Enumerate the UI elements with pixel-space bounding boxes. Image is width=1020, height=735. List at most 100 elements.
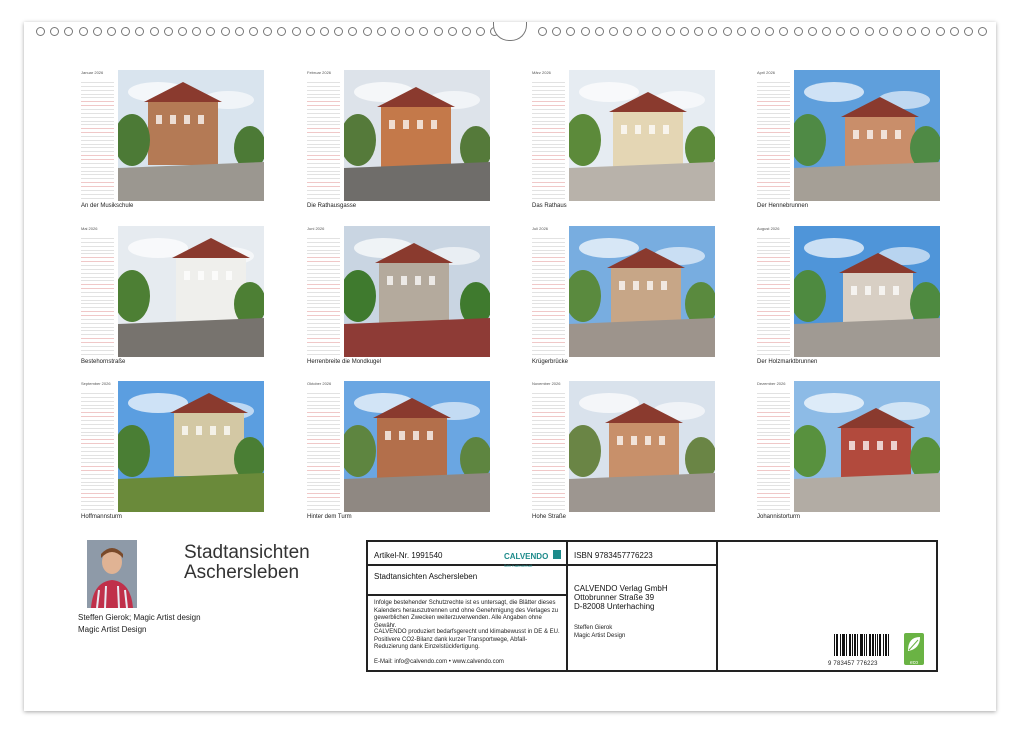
day-line <box>532 318 565 320</box>
day-line <box>81 470 114 471</box>
day-line <box>532 151 565 153</box>
day-line <box>532 400 565 402</box>
day-line <box>757 303 790 305</box>
product-info-box: Artikel-Nr. 1991540 CALVENDO Sehr Kalend… <box>366 540 938 672</box>
day-line <box>81 89 114 91</box>
binding-ring <box>433 27 443 36</box>
day-line <box>81 496 114 498</box>
binding-ring <box>893 27 902 36</box>
day-line <box>307 108 340 110</box>
day-line <box>81 245 114 247</box>
day-line <box>532 315 565 316</box>
day-line <box>532 466 565 468</box>
day-line <box>757 485 790 487</box>
day-list: August 2026 <box>757 226 790 358</box>
author-line-2: Magic Artist Design <box>78 625 147 634</box>
day-line <box>307 454 340 456</box>
day-line <box>307 481 340 483</box>
day-line <box>307 493 340 495</box>
eco-badge: eco <box>904 633 924 666</box>
day-line <box>532 477 565 479</box>
day-line <box>757 435 790 437</box>
month-name: Oktober 2026 <box>307 381 332 386</box>
day-line <box>532 431 565 433</box>
day-line <box>532 178 565 180</box>
day-line <box>307 272 340 274</box>
day-line <box>307 416 340 418</box>
title-line-2: Aschersleben <box>184 562 300 583</box>
day-line <box>757 120 790 122</box>
day-line <box>307 135 340 137</box>
day-line <box>307 462 340 464</box>
day-line <box>532 393 565 394</box>
day-line <box>532 473 565 475</box>
day-line <box>757 466 790 468</box>
binding-ring <box>566 27 576 36</box>
day-line <box>307 238 340 239</box>
day-line <box>757 116 790 118</box>
day-line <box>757 443 790 445</box>
binding-ring <box>447 27 457 36</box>
binding-ring <box>348 27 358 36</box>
day-line <box>757 458 790 460</box>
binding-ring <box>263 27 273 36</box>
contact-line: E-Mail: info@calvendo.com • www.calvendo… <box>374 659 504 665</box>
day-line <box>81 311 114 313</box>
day-line <box>757 508 790 510</box>
binding-ring <box>651 27 661 36</box>
month-photo <box>569 226 715 357</box>
day-line <box>757 257 790 259</box>
binding-ring <box>376 27 386 36</box>
day-line <box>532 276 565 278</box>
day-line <box>307 435 340 437</box>
binding-ring <box>405 27 415 36</box>
day-list: Juli 2026 <box>532 226 565 358</box>
day-line <box>81 147 114 149</box>
binding-ring <box>334 27 344 36</box>
day-line <box>307 162 340 164</box>
day-line <box>757 166 790 168</box>
day-line <box>307 139 340 141</box>
month-photo <box>794 226 940 357</box>
day-line <box>757 423 790 425</box>
product-title: Stadtansichten Aschersleben <box>374 572 478 581</box>
binding-ring <box>391 27 400 36</box>
day-line <box>81 393 114 394</box>
publisher-street: Ottobrunner Straße 39 <box>574 593 655 602</box>
day-line <box>532 185 565 187</box>
month-photo <box>794 70 940 201</box>
day-line <box>532 174 565 176</box>
day-line <box>757 334 790 336</box>
photo-caption: Johannistorturm <box>757 514 801 520</box>
binding-ring <box>878 27 888 36</box>
day-line <box>81 400 114 402</box>
binding-ring <box>552 27 562 36</box>
day-line <box>81 257 114 259</box>
month-page: Oktober 2026 Hinter dem Turm <box>307 381 490 529</box>
day-line <box>757 178 790 180</box>
day-line <box>307 170 340 172</box>
month-page: Januar 2026 An der Musikschule <box>81 70 264 218</box>
day-line <box>757 427 790 429</box>
article-number: Artikel-Nr. 1991540 <box>374 551 443 560</box>
day-line <box>307 147 340 149</box>
day-line <box>532 419 565 421</box>
month-page: Dezember 2026 Johannistorturm <box>757 381 940 529</box>
day-line <box>81 261 114 263</box>
day-line <box>81 458 114 460</box>
day-line <box>757 481 790 483</box>
day-line <box>307 151 340 153</box>
day-line <box>307 159 340 160</box>
day-line <box>757 93 790 95</box>
day-line <box>307 419 340 421</box>
month-name: März 2026 <box>532 70 551 75</box>
day-line <box>532 408 565 410</box>
leaf-icon <box>908 637 920 651</box>
day-line <box>81 284 114 286</box>
binding-ring <box>949 27 959 36</box>
day-line <box>757 105 790 107</box>
day-line <box>81 412 114 414</box>
day-line <box>81 504 114 506</box>
binding-ring <box>637 27 647 36</box>
day-line <box>532 85 565 87</box>
